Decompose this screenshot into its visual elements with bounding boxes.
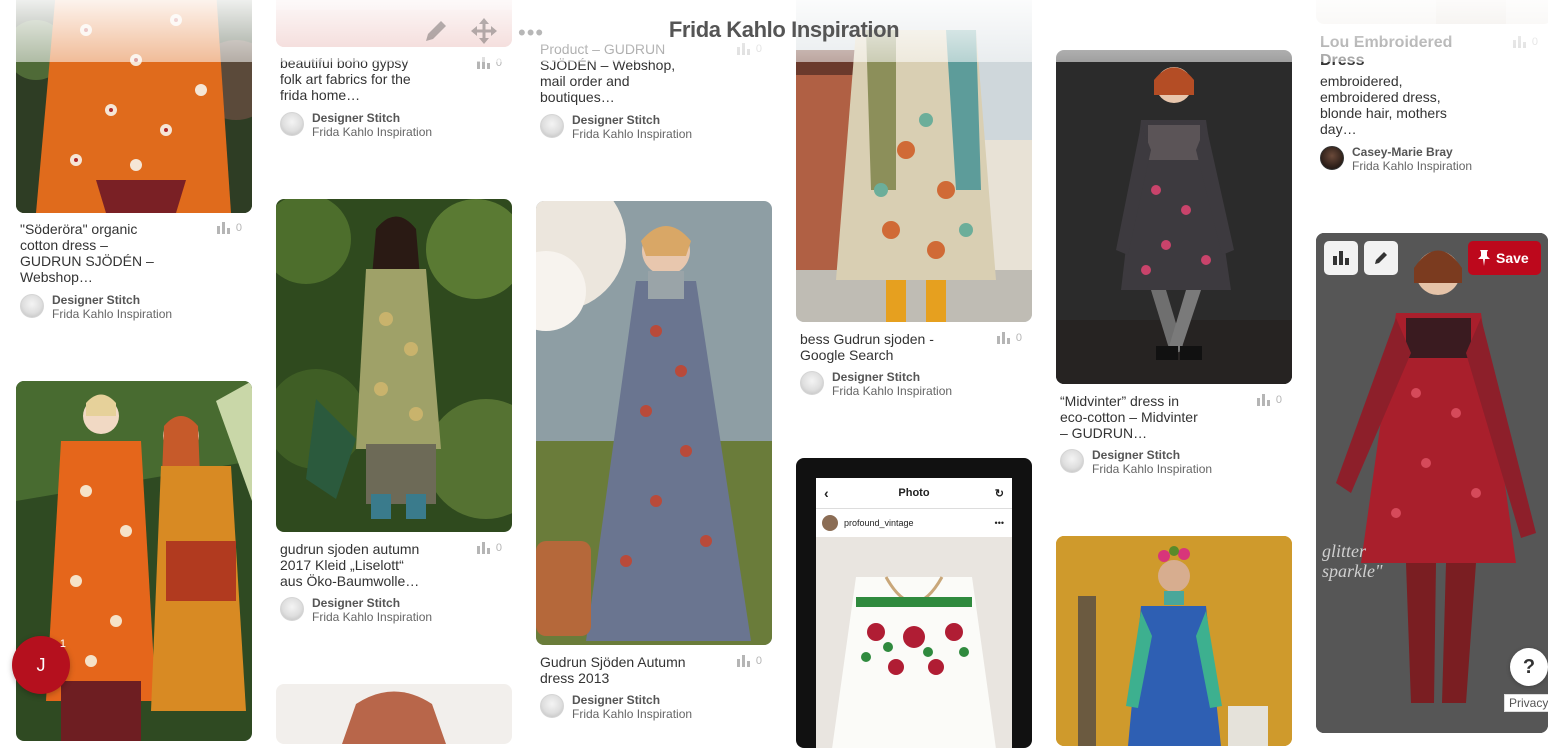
- stats-icon: [736, 655, 750, 667]
- help-button[interactable]: ?: [1510, 648, 1548, 686]
- pin-count: 0: [495, 542, 502, 554]
- pin-image-liselott[interactable]: [276, 199, 512, 532]
- avatar: [822, 515, 838, 531]
- pin-title[interactable]: “Midvinter” dress in eco-cotton – Midvin…: [1060, 393, 1206, 441]
- pin-title[interactable]: Gudrun Sjöden Autumn dress 2013: [540, 654, 690, 686]
- phone-title: Photo: [898, 487, 930, 499]
- stats-button[interactable]: [1324, 241, 1358, 275]
- pin-title[interactable]: "Söderöra" organic cotton dress – GUDRUN…: [20, 221, 170, 285]
- pin-attribution[interactable]: Designer Stitch Frida Kahlo Inspiration: [20, 293, 172, 321]
- phone-topbar: ‹ Photo ↻: [816, 478, 1012, 509]
- refresh-icon: ↻: [994, 487, 1004, 500]
- pin-attribution[interactable]: Designer Stitch Frida Kahlo Inspiration: [280, 111, 432, 139]
- stats-icon: [1256, 394, 1270, 406]
- pinner-name[interactable]: Designer Stitch: [1092, 448, 1212, 462]
- avatar[interactable]: [20, 294, 44, 318]
- pin-attribution[interactable]: Designer Stitch Frida Kahlo Inspiration: [540, 113, 692, 141]
- pin-stats[interactable]: 0: [996, 332, 1022, 344]
- pin-count: 0: [755, 655, 762, 667]
- privacy-link[interactable]: Privacy: [1504, 694, 1548, 712]
- pin-stats[interactable]: 0: [1256, 394, 1282, 406]
- avatar[interactable]: [540, 694, 564, 718]
- pin-title[interactable]: beautiful boho gypsy folk art fabrics fo…: [280, 55, 420, 103]
- board-name[interactable]: Frida Kahlo Inspiration: [312, 125, 432, 139]
- pin-count: 0: [235, 222, 242, 234]
- pinner-name[interactable]: Designer Stitch: [572, 693, 692, 707]
- board-name[interactable]: Frida Kahlo Inspiration: [1092, 462, 1212, 476]
- pin-image-autumn-2013[interactable]: [536, 201, 772, 645]
- pinner-name[interactable]: Designer Stitch: [572, 113, 692, 127]
- pin-attribution[interactable]: Designer Stitch Frida Kahlo Inspiration: [280, 596, 432, 624]
- post-username: profound_vintage: [844, 518, 914, 528]
- pin-title[interactable]: bess Gudrun sjoden - Google Search: [800, 331, 950, 363]
- pin-attribution[interactable]: Designer Stitch Frida Kahlo Inspiration: [540, 693, 692, 721]
- pin-image-bottom[interactable]: [276, 684, 512, 744]
- phone-screen: ‹ Photo ↻ profound_vintage •••: [816, 478, 1012, 748]
- stats-icon: [216, 222, 230, 234]
- notification-badge: 1: [59, 638, 66, 650]
- pin-attribution[interactable]: Designer Stitch Frida Kahlo Inspiration: [800, 370, 952, 398]
- pin-count: 0: [1015, 332, 1022, 344]
- avatar[interactable]: [1320, 146, 1344, 170]
- avatar[interactable]: [800, 371, 824, 395]
- pinner-name[interactable]: Designer Stitch: [312, 111, 432, 125]
- pin-count: 0: [1275, 394, 1282, 406]
- more-options-button[interactable]: •••: [518, 20, 544, 46]
- avatar[interactable]: [540, 114, 564, 138]
- stats-icon: [1333, 251, 1349, 265]
- board-name[interactable]: Frida Kahlo Inspiration: [52, 307, 172, 321]
- pin-image-instagram-screenshot[interactable]: ‹ Photo ↻ profound_vintage •••: [796, 458, 1032, 748]
- pinner-name[interactable]: Designer Stitch: [832, 370, 952, 384]
- pinner-name[interactable]: Casey-Marie Bray: [1352, 145, 1472, 159]
- move-board-button[interactable]: [470, 17, 498, 50]
- pushpin-icon: [1478, 250, 1490, 266]
- avatar[interactable]: [280, 112, 304, 136]
- move-icon: [471, 18, 497, 44]
- user-initial: J: [36, 654, 46, 675]
- user-menu-button[interactable]: J 1: [12, 636, 70, 694]
- stats-icon: [476, 542, 490, 554]
- more-dots-icon: •••: [994, 518, 1004, 528]
- avatar[interactable]: [1060, 449, 1084, 473]
- back-icon: ‹: [824, 485, 829, 501]
- board-name[interactable]: Frida Kahlo Inspiration: [312, 610, 432, 624]
- board-title: Frida Kahlo Inspiration: [668, 17, 900, 42]
- pin-stats[interactable]: 0: [476, 542, 502, 554]
- pin-attribution[interactable]: Designer Stitch Frida Kahlo Inspiration: [1060, 448, 1212, 476]
- stats-icon: [996, 332, 1010, 344]
- pin-stats[interactable]: 0: [736, 655, 762, 667]
- pencil-icon: [426, 21, 446, 41]
- save-label: Save: [1496, 250, 1529, 266]
- board-name[interactable]: Frida Kahlo Inspiration: [572, 127, 692, 141]
- pin-image-frida-costume[interactable]: [1056, 536, 1292, 746]
- pin-image-midvinter[interactable]: [1056, 50, 1292, 384]
- pin-title[interactable]: gudrun sjoden autumn 2017 Kleid „Liselot…: [280, 541, 430, 589]
- save-button[interactable]: Save: [1468, 241, 1541, 275]
- board-name[interactable]: Frida Kahlo Inspiration: [1352, 159, 1472, 173]
- image-caption-text: glitter sparkle": [1322, 541, 1383, 581]
- post-photo: [816, 537, 1012, 748]
- post-header: profound_vintage •••: [816, 509, 1012, 537]
- pin-attribution[interactable]: Casey-Marie Bray Frida Kahlo Inspiration: [1320, 145, 1472, 173]
- edit-button[interactable]: [1364, 241, 1398, 275]
- pin-stats[interactable]: 0: [216, 222, 242, 234]
- pin-description[interactable]: embroidered, embroidered dress, blonde h…: [1320, 73, 1450, 137]
- board-name[interactable]: Frida Kahlo Inspiration: [572, 707, 692, 721]
- edit-board-button[interactable]: [423, 18, 449, 49]
- pinner-name[interactable]: Designer Stitch: [312, 596, 432, 610]
- pencil-icon: [1375, 252, 1387, 264]
- pinner-name[interactable]: Designer Stitch: [52, 293, 172, 307]
- more-dots-icon: •••: [518, 20, 545, 45]
- avatar[interactable]: [280, 597, 304, 621]
- help-label: ?: [1522, 655, 1536, 678]
- board-name[interactable]: Frida Kahlo Inspiration: [832, 384, 952, 398]
